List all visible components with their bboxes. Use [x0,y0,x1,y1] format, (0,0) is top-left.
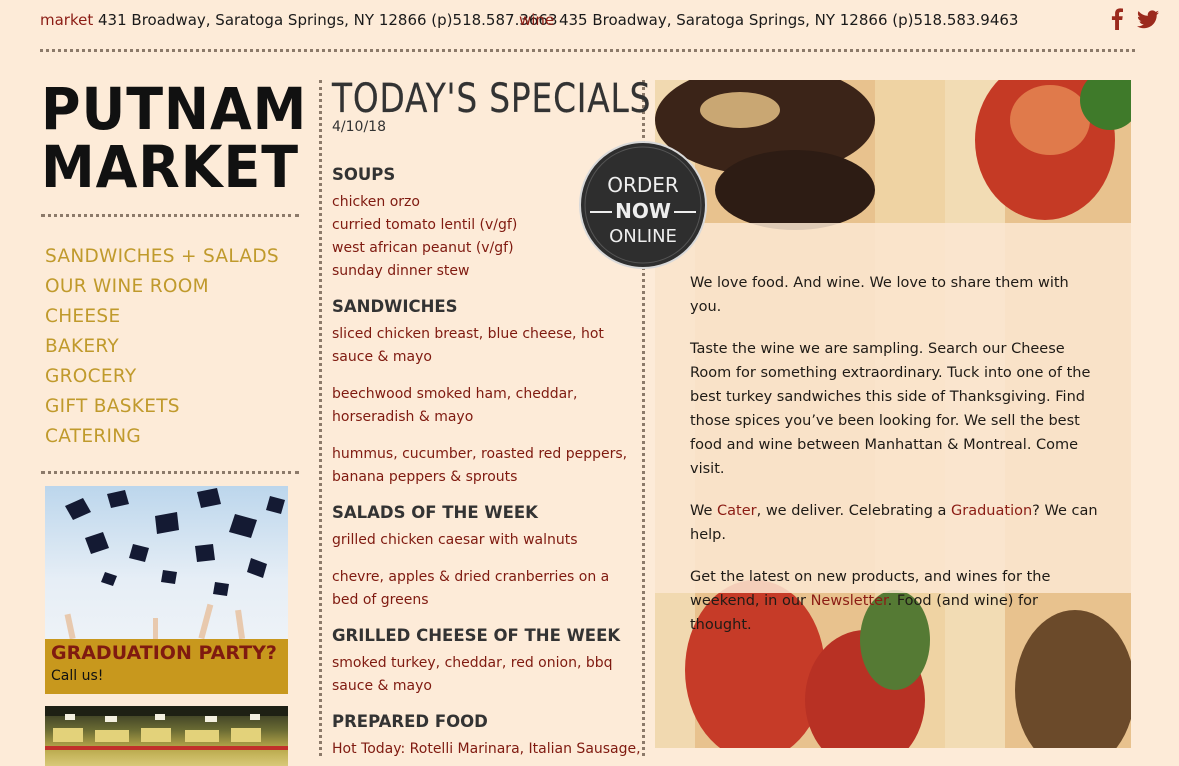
promo-caption: GRADUATION PARTY? Call us! [45,639,288,694]
special-item: chevre, apples & dried cranberries on a … [332,569,610,608]
logo-divider [41,214,299,217]
putnam-market-logo[interactable]: PUTNAM MARKET [41,75,308,201]
special-item: sliced chicken breast, blue cheese, hot … [332,326,604,365]
specials-title: TODAY'S SPECIALS [332,76,652,122]
intro-copy: We love food. And wine. We love to share… [690,271,1100,655]
nav-gift-baskets[interactable]: GIFT BASKETS [45,392,279,422]
main-nav: SANDWICHES + SALADS OUR WINE ROOM CHEESE… [45,242,279,452]
order-badge-graphic: ORDER NOW ONLINE [579,141,707,269]
cater-link[interactable]: Cater [717,503,757,519]
text-span: , we deliver. Celebrating a [756,503,952,519]
special-item: grilled chicken caesar with walnuts [332,532,578,548]
order-badge-bottom: ONLINE [609,226,677,247]
section-heading-sandwiches: SANDWICHES [332,297,458,316]
intro-paragraph-3: We Cater, we deliver. Celebrating a Grad… [690,499,1100,547]
section-heading-prepared-food: PREPARED FOOD [332,712,488,731]
section-heading-grilled-cheese: GRILLED CHEESE OF THE WEEK [332,626,621,645]
graduation-caps-image [64,488,285,639]
nav-sandwiches-salads[interactable]: SANDWICHES + SALADS [45,242,279,272]
nav-cheese[interactable]: CHEESE [45,302,279,332]
intro-paragraph-4: Get the latest on new products, and wine… [690,565,1100,637]
order-badge-top: ORDER [607,173,679,197]
wine-address: wine 435 Broadway, Saratoga Springs, NY … [519,11,1018,29]
logo-line-2: MARKET [41,133,299,201]
nav-catering[interactable]: CATERING [45,422,279,452]
order-badge-middle: NOW [615,199,671,223]
nav-wine-room[interactable]: OUR WINE ROOM [45,272,279,302]
section-heading-salads: SALADS OF THE WEEK [332,503,538,522]
top-bar: market 431 Broadway, Saratoga Springs, N… [0,0,1179,50]
facebook-icon[interactable] [1111,8,1123,30]
nav-divider [41,471,299,474]
special-item: hummus, cucumber, roasted red peppers, b… [332,446,628,485]
graduation-link[interactable]: Graduation [951,503,1032,519]
market-address: market 431 Broadway, Saratoga Springs, N… [40,11,558,29]
special-item: Hot Today: Rotelli Marinara, Italian Sau… [332,741,641,757]
cheese-shop-promo-image[interactable] [45,706,288,766]
header-divider [40,49,1135,52]
logo-line-1: PUTNAM [41,75,308,143]
cheese-display-image [45,706,288,750]
column-divider-left [319,80,322,756]
special-item: smoked turkey, cheddar, red onion, bbq s… [332,655,613,694]
nav-grocery[interactable]: GROCERY [45,362,279,392]
promo-subtitle: Call us! [51,668,104,684]
order-now-online-button[interactable]: ORDER NOW ONLINE [578,140,708,270]
market-label: market [40,11,94,29]
text-span: We [690,503,718,519]
graduation-promo[interactable]: GRADUATION PARTY? Call us! [45,486,288,694]
twitter-icon[interactable] [1137,9,1159,29]
newsletter-link[interactable]: Newsletter [811,593,888,609]
special-item: beechwood smoked ham, cheddar, horseradi… [332,386,578,425]
nav-bakery[interactable]: BAKERY [45,332,279,362]
market-address-text: 431 Broadway, Saratoga Springs, NY 12866… [98,11,558,29]
intro-paragraph-2: Taste the wine we are sampling. Search o… [690,341,1091,477]
promo-title: GRADUATION PARTY? [51,642,277,664]
intro-paragraph-1: We love food. And wine. We love to share… [690,275,1069,315]
wine-address-text: 435 Broadway, Saratoga Springs, NY 12866… [558,11,1019,29]
social-links [1111,8,1159,30]
wine-label: wine [519,11,555,29]
